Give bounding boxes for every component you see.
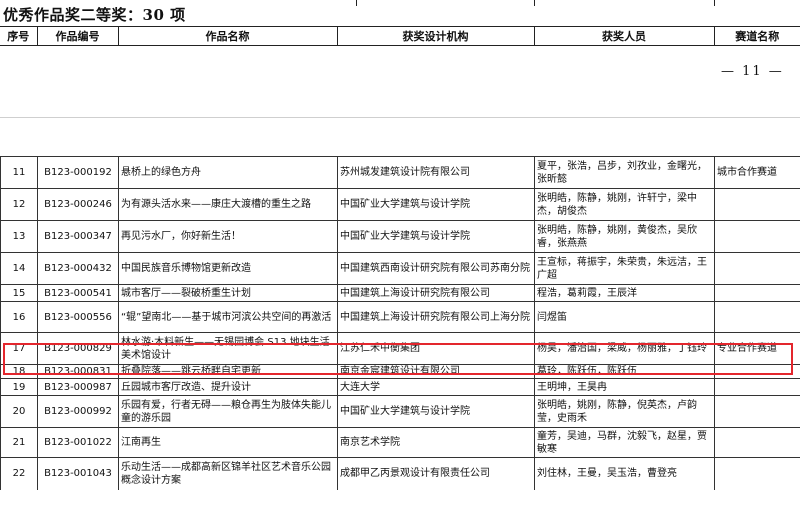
cell-no: 20 [0, 395, 38, 428]
cell-org: 中国建筑上海设计研究院有限公司 [337, 284, 535, 302]
table-row: 11 B123-000192 悬桥上的绿色方舟 苏州城发建筑设计院有限公司 夏平… [0, 156, 800, 189]
cell-org: 苏州城发建筑设计院有限公司 [337, 156, 535, 189]
table-row: 13 B123-000347 再见污水厂，你好新生活！ 中国矿业大学建筑与设计学… [0, 220, 800, 253]
cell-name: 再见污水厂，你好新生活！ [118, 220, 338, 253]
cell-name: 折叠院落——跳云桥畔自宅更新 [118, 364, 338, 379]
cell-track [714, 457, 800, 490]
cell-track [714, 220, 800, 253]
column-divider [356, 0, 357, 6]
cell-id: B123-000987 [37, 378, 119, 396]
cell-people: 王明坤，王昊冉 [534, 378, 715, 396]
section-title: 优秀作品奖二等奖：30 项 [3, 6, 186, 24]
cell-track [714, 427, 800, 458]
cell-no: 15 [0, 284, 38, 302]
cell-name: 城市客厅——裂破桥重生计划 [118, 284, 338, 302]
cell-people: 夏平，张浩，吕步，刘孜业，金曙光，张昕懿 [534, 156, 715, 189]
cell-org: 中国矿业大学建筑与设计学院 [337, 220, 535, 253]
table-row: 12 B123-000246 为有源头活水来——康庄大渡槽的重生之路 中国矿业大… [0, 188, 800, 221]
cell-track: 城市合作赛道 [714, 156, 800, 189]
column-divider [714, 0, 715, 6]
header-table: 序号 作品编号 作品名称 获奖设计机构 获奖人员 赛道名称 [0, 26, 800, 46]
col-header-id: 作品编号 [36, 26, 119, 46]
cell-name: “辊”望南北——基于城市河滨公共空间的再激活 [118, 301, 338, 333]
cell-people: 刘住林，王曼，吴玉浩，曹登亮 [534, 457, 715, 490]
cell-people: 张明皓，陈静，姚刚，许轩宁，梁中杰，胡俊杰 [534, 188, 715, 221]
cell-name: 乐园有爱，行者无碍——粮仓再生为肢体失能儿童的游乐园 [118, 395, 338, 428]
cell-no: 11 [0, 156, 38, 189]
cell-id: B123-000556 [37, 301, 119, 333]
cell-people: 闫煜笛 [534, 301, 715, 333]
header-row: 序号 作品编号 作品名称 获奖设计机构 获奖人员 赛道名称 [0, 26, 800, 46]
table-row: 16 B123-000556 “辊”望南北——基于城市河滨公共空间的再激活 中国… [0, 301, 800, 333]
cell-track [714, 188, 800, 221]
cell-org: 成都甲乙丙景观设计有限责任公司 [337, 457, 535, 490]
cell-people: 童芳，吴迪，马群，沈毅飞，赵星，贾敏寒 [534, 427, 715, 458]
col-header-no: 序号 [0, 26, 38, 46]
page-divider [0, 117, 800, 118]
cell-name: 林水游·木料新生——无锡园博会 S13 地块生活美术馆设计 [118, 332, 338, 365]
column-divider [534, 0, 535, 6]
cell-no: 18 [0, 364, 38, 379]
cell-name: 悬桥上的绿色方舟 [118, 156, 338, 189]
cell-no: 12 [0, 188, 38, 221]
cell-name: 江南再生 [118, 427, 338, 458]
cell-name: 丘园城市客厅改造、提升设计 [118, 378, 338, 396]
cell-people: 程浩，葛莉霞，王辰洋 [534, 284, 715, 302]
cell-track [714, 284, 800, 302]
cell-id: B123-000541 [37, 284, 119, 302]
cell-name: 中国民族音乐博物馆更新改造 [118, 252, 338, 285]
table-row: 22 B123-001043 乐动生活——成都高新区锦羊社区艺术音乐公园概念设计… [0, 457, 800, 490]
cell-name: 乐动生活——成都高新区锦羊社区艺术音乐公园概念设计方案 [118, 457, 338, 490]
cell-people: 张明皓，陈静，姚刚，黄俊杰，吴欣睿，张燕燕 [534, 220, 715, 253]
cell-track [714, 252, 800, 285]
cell-id: B123-000829 [37, 332, 119, 365]
cell-people: 张明皓，姚刚，陈静，倪英杰，卢韵莹，史雨禾 [534, 395, 715, 428]
table-row: 20 B123-000992 乐园有爱，行者无碍——粮仓再生为肢体失能儿童的游乐… [0, 395, 800, 428]
cell-no: 22 [0, 457, 38, 490]
cell-org: 中国建筑西南设计研究院有限公司苏南分院 [337, 252, 535, 285]
cell-people: 王宣标，蒋振宇，朱荣贵，朱远洁，王广超 [534, 252, 715, 285]
cell-id: B123-000192 [37, 156, 119, 189]
col-header-people: 获奖人员 [533, 26, 715, 46]
cell-track [714, 395, 800, 428]
cell-id: B123-000831 [37, 364, 119, 379]
table-row: 14 B123-000432 中国民族音乐博物馆更新改造 中国建筑西南设计研究院… [0, 252, 800, 285]
table-row: 15 B123-000541 城市客厅——裂破桥重生计划 中国建筑上海设计研究院… [0, 284, 800, 302]
cell-track [714, 301, 800, 333]
awards-table: 11 B123-000192 悬桥上的绿色方舟 苏州城发建筑设计院有限公司 夏平… [0, 156, 800, 490]
cell-id: B123-000347 [37, 220, 119, 253]
cell-no: 14 [0, 252, 38, 285]
cell-org: 大连大学 [337, 378, 535, 396]
col-header-name: 作品名称 [117, 26, 338, 46]
cell-no: 13 [0, 220, 38, 253]
cell-people: 葛玲，陈跃伍，陈跃伍 [534, 364, 715, 379]
cell-id: B123-001043 [37, 457, 119, 490]
cell-no: 17 [0, 332, 38, 365]
cell-name: 为有源头活水来——康庄大渡槽的重生之路 [118, 188, 338, 221]
col-header-track: 赛道名称 [713, 26, 800, 46]
cell-org: 中国矿业大学建筑与设计学院 [337, 395, 535, 428]
cell-no: 16 [0, 301, 38, 333]
cell-id: B123-000992 [37, 395, 119, 428]
table-row: 17 B123-000829 林水游·木料新生——无锡园博会 S13 地块生活美… [0, 332, 800, 365]
cell-id: B123-001022 [37, 427, 119, 458]
cell-track [714, 364, 800, 379]
cell-id: B123-000432 [37, 252, 119, 285]
cell-org: 中国矿业大学建筑与设计学院 [337, 188, 535, 221]
table-row: 21 B123-001022 江南再生 南京艺术学院 童芳，吴迪，马群，沈毅飞，… [0, 427, 800, 458]
cell-track [714, 378, 800, 396]
cell-no: 21 [0, 427, 38, 458]
cell-track: 专业合作赛道 [714, 332, 800, 365]
col-header-org: 获奖设计机构 [336, 26, 535, 46]
cell-org: 江苏仁禾中衡集团 [337, 332, 535, 365]
cell-people: 杨昊，潘治国，梁威，杨丽雅，丁钰玲 [534, 332, 715, 365]
cell-id: B123-000246 [37, 188, 119, 221]
cell-org: 中国建筑上海设计研究院有限公司上海分院 [337, 301, 535, 333]
cell-no: 19 [0, 378, 38, 396]
cell-org: 南京金宸建筑设计有限公司 [337, 364, 535, 379]
cell-org: 南京艺术学院 [337, 427, 535, 458]
page-number: — 11 — [721, 64, 784, 79]
table-row: 18 B123-000831 折叠院落——跳云桥畔自宅更新 南京金宸建筑设计有限… [0, 364, 800, 379]
table-row: 19 B123-000987 丘园城市客厅改造、提升设计 大连大学 王明坤，王昊… [0, 378, 800, 396]
